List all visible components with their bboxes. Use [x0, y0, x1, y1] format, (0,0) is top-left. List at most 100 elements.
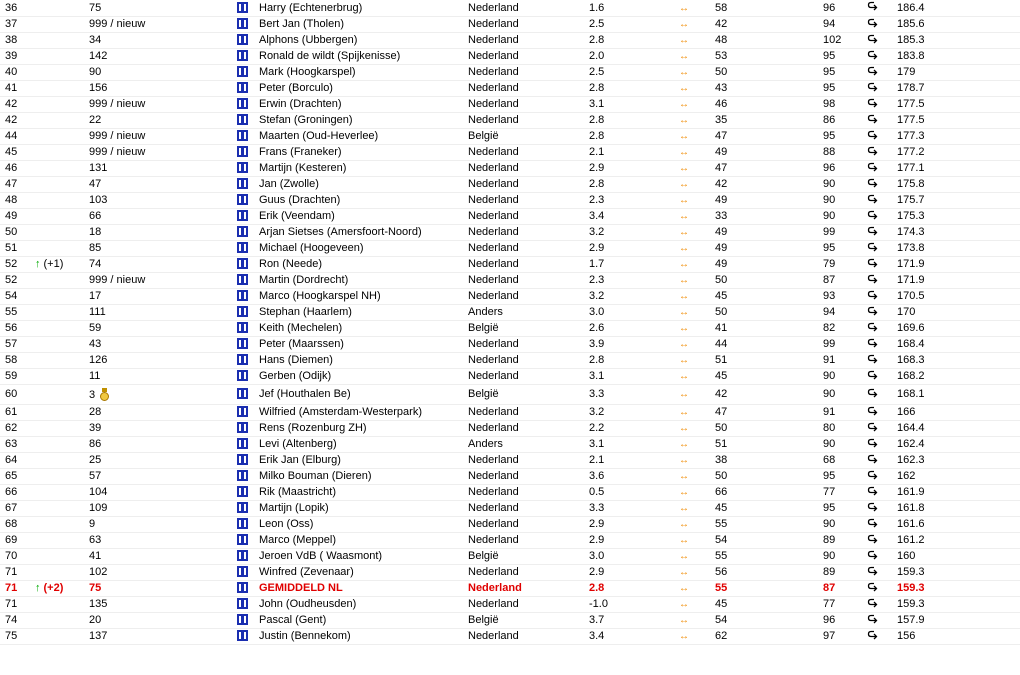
gear-cell[interactable] [237, 500, 259, 517]
gear-cell[interactable] [237, 596, 259, 613]
player-name[interactable]: Peter (Borculo) [259, 80, 468, 97]
table-row[interactable]: 38 34 Alphons (Ubbergen) Nederland 2.8 ↔… [0, 32, 1020, 49]
player-name[interactable]: Mark (Hoogkarspel) [259, 64, 468, 81]
gear-icon[interactable] [237, 1, 248, 13]
player-name[interactable]: Jan (Zwolle) [259, 176, 468, 193]
player-name[interactable]: Stephan (Haarlem) [259, 304, 468, 321]
player-name[interactable]: Erik (Veendam) [259, 208, 468, 225]
gear-icon[interactable] [237, 534, 248, 545]
gear-icon[interactable] [237, 146, 248, 157]
table-row[interactable]: 48 103 Guus (Drachten) Nederland 2.3 ↔ 4… [0, 192, 1020, 209]
gear-icon[interactable] [237, 322, 248, 333]
gear-cell[interactable] [237, 128, 259, 145]
table-row[interactable]: 42 22 Stefan (Groningen) Nederland 2.8 ↔… [0, 112, 1020, 129]
player-name[interactable]: Keith (Mechelen) [259, 320, 468, 337]
gear-cell[interactable] [237, 352, 259, 369]
table-row[interactable]: 45 999 / nieuw Frans (Franeker) Nederlan… [0, 144, 1020, 161]
gear-cell[interactable] [237, 404, 259, 421]
table-row[interactable]: 54 17 Marco (Hoogkarspel NH) Nederland 3… [0, 288, 1020, 305]
player-name[interactable]: Martin (Dordrecht) [259, 272, 468, 289]
player-name[interactable]: Marco (Hoogkarspel NH) [259, 288, 468, 305]
gear-cell[interactable] [237, 144, 259, 161]
gear-icon[interactable] [237, 550, 248, 561]
player-name[interactable]: John (Oudheusden) [259, 596, 468, 613]
player-name[interactable]: Stefan (Groningen) [259, 112, 468, 129]
gear-cell[interactable] [237, 64, 259, 81]
table-row[interactable]: 61 28 Wilfried (Amsterdam-Westerpark) Ne… [0, 404, 1020, 421]
gear-icon[interactable] [237, 290, 248, 301]
player-name[interactable]: Arjan Sietses (Amersfoort-Noord) [259, 224, 468, 241]
player-name[interactable]: Winfred (Zevenaar) [259, 564, 468, 581]
player-name[interactable]: Martijn (Kesteren) [259, 160, 468, 177]
table-row[interactable]: 51 85 Michael (Hoogeveen) Nederland 2.9 … [0, 240, 1020, 257]
gear-cell[interactable] [237, 288, 259, 305]
player-name[interactable]: Ron (Neede) [259, 256, 468, 273]
gear-cell[interactable] [237, 304, 259, 321]
gear-cell[interactable] [237, 564, 259, 581]
table-row[interactable]: 69 63 Marco (Meppel) Nederland 2.9 ↔ 54 … [0, 532, 1020, 549]
player-name[interactable]: Peter (Maarssen) [259, 336, 468, 353]
gear-icon[interactable] [237, 388, 248, 399]
gear-cell[interactable] [237, 436, 259, 453]
player-name[interactable]: Ronald de wildt (Spijkenisse) [259, 48, 468, 65]
player-name[interactable]: Leon (Oss) [259, 516, 468, 533]
table-row[interactable]: 52 999 / nieuw Martin (Dordrecht) Nederl… [0, 272, 1020, 289]
gear-icon[interactable] [237, 338, 248, 349]
table-row[interactable]: 44 999 / nieuw Maarten (Oud-Heverlee) Be… [0, 128, 1020, 145]
table-row[interactable]: 50 18 Arjan Sietses (Amersfoort-Noord) N… [0, 224, 1020, 241]
gear-cell[interactable] [237, 628, 259, 645]
player-name[interactable]: Jeroen VdB ( Waasmont) [259, 548, 468, 565]
gear-icon[interactable] [237, 162, 248, 173]
table-row[interactable]: 62 39 Rens (Rozenburg ZH) Nederland 2.2 … [0, 420, 1020, 437]
gear-icon[interactable] [237, 178, 248, 189]
player-name[interactable]: Rens (Rozenburg ZH) [259, 420, 468, 437]
table-row[interactable]: 41 156 Peter (Borculo) Nederland 2.8 ↔ 4… [0, 80, 1020, 97]
table-row[interactable]: 57 43 Peter (Maarssen) Nederland 3.9 ↔ 4… [0, 336, 1020, 353]
gear-cell[interactable] [237, 32, 259, 49]
player-name[interactable]: Alphons (Ubbergen) [259, 32, 468, 49]
gear-cell[interactable] [237, 484, 259, 501]
gear-icon[interactable] [237, 66, 248, 77]
gear-cell[interactable] [237, 548, 259, 565]
table-row[interactable]: 71 135 John (Oudheusden) Nederland -1.0 … [0, 596, 1020, 613]
gear-cell[interactable] [237, 0, 259, 17]
table-row[interactable]: 46 131 Martijn (Kesteren) Nederland 2.9 … [0, 160, 1020, 177]
gear-cell[interactable] [237, 384, 259, 405]
gear-icon[interactable] [237, 226, 248, 237]
player-name[interactable]: Michael (Hoogeveen) [259, 240, 468, 257]
gear-cell[interactable] [237, 320, 259, 337]
gear-cell[interactable] [237, 208, 259, 225]
gear-cell[interactable] [237, 96, 259, 113]
table-row[interactable]: 59 11 Gerben (Odijk) Nederland 3.1 ↔ 45 … [0, 368, 1020, 385]
player-name[interactable]: Pascal (Gent) [259, 612, 468, 629]
gear-cell[interactable] [237, 16, 259, 33]
table-row[interactable]: 64 25 Erik Jan (Elburg) Nederland 2.1 ↔ … [0, 452, 1020, 469]
table-row[interactable]: 68 9 Leon (Oss) Nederland 2.9 ↔ 55 90 16… [0, 516, 1020, 533]
player-name[interactable]: Maarten (Oud-Heverlee) [259, 128, 468, 145]
table-row[interactable]: 74 20 Pascal (Gent) België 3.7 ↔ 54 96 1… [0, 612, 1020, 629]
table-row[interactable]: 55 111 Stephan (Haarlem) Anders 3.0 ↔ 50… [0, 304, 1020, 321]
gear-icon[interactable] [237, 82, 248, 93]
gear-icon[interactable] [237, 354, 248, 365]
gear-cell[interactable] [237, 48, 259, 65]
player-name[interactable]: Bert Jan (Tholen) [259, 16, 468, 33]
player-name[interactable]: Levi (Altenberg) [259, 436, 468, 453]
gear-icon[interactable] [237, 194, 248, 205]
player-name[interactable]: Gerben (Odijk) [259, 368, 468, 385]
table-row[interactable]: 36 75 Harry (Echtenerbrug) Nederland 1.6… [0, 0, 1020, 17]
gear-icon[interactable] [237, 630, 248, 641]
gear-cell[interactable] [237, 532, 259, 549]
table-row[interactable]: 49 66 Erik (Veendam) Nederland 3.4 ↔ 33 … [0, 208, 1020, 225]
table-row[interactable]: 37 999 / nieuw Bert Jan (Tholen) Nederla… [0, 16, 1020, 33]
gear-cell[interactable] [237, 240, 259, 257]
table-row[interactable]: 75 137 Justin (Bennekom) Nederland 3.4 ↔… [0, 628, 1020, 645]
gear-icon[interactable] [237, 454, 248, 465]
gear-cell[interactable] [237, 80, 259, 97]
table-row[interactable]: 60 3 Jef (Houthalen Be) België 3.3 ↔ 42 … [0, 384, 1020, 405]
gear-icon[interactable] [237, 114, 248, 125]
gear-icon[interactable] [237, 422, 248, 433]
table-row-average[interactable]: 71 ↑ (+2) 75 GEMIDDELD NL Nederland 2.8 ↔… [0, 580, 1020, 597]
player-name[interactable]: Guus (Drachten) [259, 192, 468, 209]
table-row[interactable]: 65 57 Milko Bouman (Dieren) Nederland 3.… [0, 468, 1020, 485]
player-name[interactable]: Jef (Houthalen Be) [259, 384, 468, 405]
